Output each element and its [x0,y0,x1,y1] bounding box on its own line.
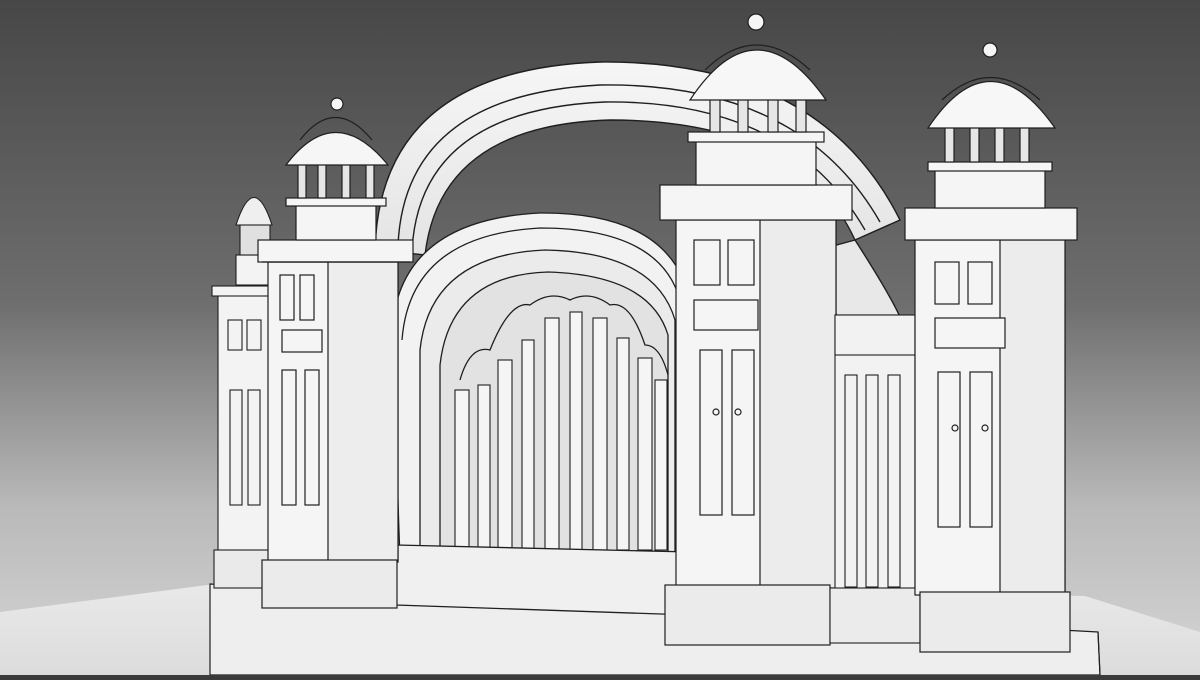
render-viewport [0,0,1200,676]
central-plinth [395,544,691,616]
gateway-render [0,0,1200,676]
connecting-wall [829,314,921,644]
